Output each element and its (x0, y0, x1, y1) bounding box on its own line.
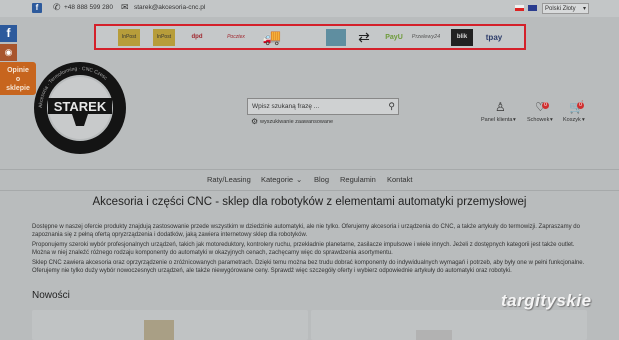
phone-icon: ✆ (53, 2, 61, 12)
swap-icon: ⇄ (358, 29, 370, 45)
product-image[interactable] (416, 330, 452, 340)
cart-label[interactable]: Koszyk (563, 117, 581, 123)
tpay-logo: tpay (485, 33, 503, 42)
reviews-widget[interactable]: Opinie o sklepie (0, 62, 36, 95)
page-title: Akcesoria i części CNC - sklep dla robot… (92, 196, 527, 208)
chevron-down-icon: ▾ (550, 117, 553, 123)
nav-item-regulamin[interactable]: Regulamin (340, 175, 376, 184)
cart-count-badge: 0 (577, 102, 584, 109)
nav-item-blog[interactable]: Blog (314, 175, 329, 184)
currency-value: Polski Złoty (545, 6, 576, 12)
chevron-down-icon: ⌄ (296, 175, 303, 184)
wishlist-count-badge: 0 (542, 102, 549, 109)
product-image[interactable] (144, 320, 174, 340)
settings-icon: ⚙ (251, 117, 259, 126)
nav-item-kontakt[interactable]: Kontakt (387, 175, 412, 184)
payment-methods-banner: InPost InPost dpd Pocztex 🚚 ⇄ PayU Przel… (94, 24, 526, 50)
section-title-new: Nowości (32, 290, 70, 301)
mail-icon: ✉ (121, 2, 129, 12)
intro-paragraph-3: Sklep CNC zawiera akcesoria oraz oprzyrz… (32, 260, 585, 274)
watermark-text: targityskie (501, 291, 592, 310)
chevron-down-icon: ▾ (513, 117, 516, 123)
instagram-side-icon[interactable]: ◉ (0, 44, 17, 61)
currency-select[interactable]: Polski Złoty ▾ (542, 3, 589, 14)
blik-logo: blik (451, 29, 473, 46)
main-navigation: Raty/Leasing Kategorie ⌄ Blog Regulamin … (0, 169, 619, 191)
reviews-line-2: o (15, 76, 21, 83)
chevron-down-icon: ▾ (582, 6, 586, 12)
nav-item-kategorie[interactable]: Kategorie (261, 175, 293, 184)
package-icon (326, 29, 346, 46)
top-bar: f ✆ +48 888 599 280 ✉ starek@akcesoria-c… (0, 0, 619, 17)
intro-paragraph-2: Proponujemy szeroki wybór profesjonalnyc… (32, 242, 575, 256)
facebook-icon[interactable]: f (32, 3, 42, 13)
search-box[interactable]: Wpisz szukaną frazę ... ⚲ (247, 98, 399, 115)
truck-icon: 🚚 (262, 29, 282, 46)
logo-text: STAREK (54, 99, 107, 114)
reviews-line-3: sklepie (6, 85, 30, 92)
flag-en-icon[interactable] (528, 5, 537, 11)
reviews-line-1: Opinie (7, 67, 29, 74)
flag-pl-icon[interactable] (515, 5, 524, 11)
user-icon[interactable]: ♙ (495, 100, 506, 114)
intro-paragraph-1: Dostępne w naszej ofercie produkty znajd… (32, 224, 580, 238)
inpost-logo: InPost (118, 29, 140, 46)
facebook-side-icon[interactable]: f (0, 25, 17, 42)
advanced-search-link[interactable]: wyszukiwanie zaawansowane (260, 119, 333, 125)
pocztex-logo: Pocztex (227, 34, 245, 40)
email-address[interactable]: starek@akcesoria-cnc.pl (134, 4, 205, 11)
payu-logo: PayU (385, 34, 403, 41)
store-logo[interactable]: STAREK Akcesoria · Termoforming · CNC Cz… (32, 60, 128, 156)
search-input[interactable]: Wpisz szukaną frazę ... (252, 103, 319, 110)
przelewy24-logo: Przelewy24 (411, 34, 441, 40)
dpd-logo: dpd (191, 34, 203, 40)
nav-item-raty[interactable]: Raty/Leasing (207, 175, 251, 184)
search-icon[interactable]: ⚲ (388, 101, 395, 112)
wishlist-label[interactable]: Schowek (527, 117, 549, 123)
inpost-logo: InPost (153, 29, 175, 46)
phone-number[interactable]: +48 888 599 280 (64, 4, 113, 11)
account-label[interactable]: Panel klienta (481, 117, 513, 123)
chevron-down-icon: ▾ (582, 117, 585, 123)
